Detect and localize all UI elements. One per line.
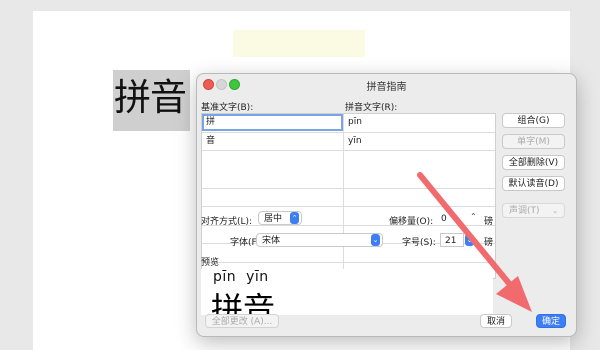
ok-button[interactable]: 确定 (536, 314, 566, 328)
ruby-text-input[interactable]: pīn (344, 114, 495, 131)
font-dropdown-icon[interactable]: ⌄ (371, 234, 380, 246)
clear-all-button[interactable]: 全部删除(V) (502, 155, 565, 170)
offset-unit: 磅 (484, 217, 494, 227)
alignment-label: 对齐方式(L): (201, 217, 253, 227)
row-divider (202, 206, 495, 207)
phonetic-table: 拼 pīn 音 yīn (201, 113, 496, 279)
offset-input[interactable]: 0 (436, 211, 461, 225)
preview-pinyin: pīn yīn (213, 269, 269, 285)
ruby-text-input[interactable]: yīn (344, 133, 495, 150)
default-reading-button[interactable]: 默认读音(D) (502, 176, 565, 191)
font-size-unit: 磅 (484, 238, 494, 248)
base-text-input[interactable]: 音 (202, 133, 343, 150)
alignment-dropdown-icon[interactable]: ⌃ (290, 212, 299, 224)
document-highlight (233, 30, 365, 57)
dialog-title: 拼音指南 (366, 82, 407, 93)
tone-label: 声调(T) (509, 206, 540, 216)
tone-dropdown[interactable]: 声调(T) ⌄ (502, 203, 565, 218)
title-bar: 拼音指南 (197, 74, 576, 94)
font-size-label: 字号(S): (402, 238, 436, 248)
row-divider (202, 262, 495, 263)
ruby-text-label: 拼音文字(R): (345, 103, 398, 113)
base-text-input[interactable]: 拼 (202, 114, 343, 131)
single-char-button[interactable]: 单字(M) (502, 134, 565, 149)
phonetic-guide-dialog: 拼音指南 基准文字(B): 拼音文字(R): 拼 pīn 音 yīn 组合(G)… (196, 73, 577, 337)
preview-hanzi: 拼音 (211, 290, 276, 315)
font-select[interactable]: 宋体 (256, 233, 383, 247)
font-size-input[interactable]: 21 (440, 233, 464, 247)
chevron-down-icon: ⌄ (552, 207, 558, 215)
row-divider (202, 188, 495, 189)
base-text-label: 基准文字(B): (201, 103, 254, 113)
row-divider (202, 150, 495, 151)
font-value: 宋体 (262, 236, 281, 246)
document-text[interactable]: 拼音 (114, 73, 187, 123)
font-size-dropdown-icon[interactable]: ⌄ (465, 234, 474, 246)
offset-stepper-icon[interactable]: ⌃ (470, 212, 477, 221)
preview-label: 预览 (201, 258, 220, 268)
offset-label: 偏移量(O): (389, 217, 434, 227)
preview-pane: pīn yīn 拼音 (201, 269, 493, 315)
cancel-button[interactable]: 取消 (480, 314, 512, 328)
alignment-value: 居中 (264, 214, 283, 224)
change-all-button[interactable]: 全部更改 (A)... (205, 314, 279, 328)
group-button[interactable]: 组合(G) (502, 113, 565, 128)
